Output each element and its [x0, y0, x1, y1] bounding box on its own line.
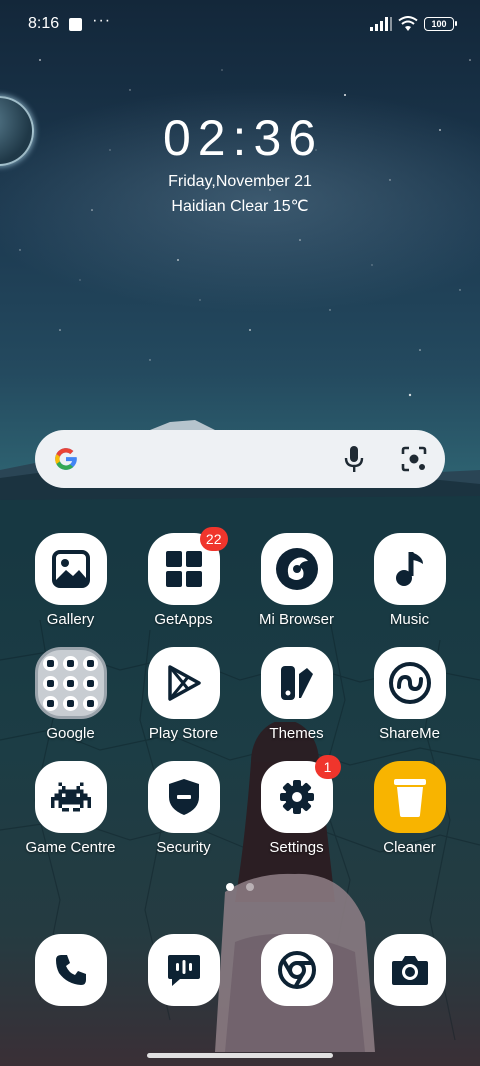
app-google-folder[interactable]: Google	[14, 647, 127, 743]
search-actions	[343, 445, 427, 473]
folder-app-music-icon	[83, 675, 98, 691]
google-folder-icon	[34, 647, 107, 719]
app-gallery[interactable]: Gallery	[14, 533, 127, 629]
status-time: 8:16	[28, 15, 60, 32]
app-label: Google	[46, 725, 95, 742]
app-label: Game Centre	[25, 839, 116, 856]
app-themes[interactable]: Themes	[240, 647, 353, 743]
app-security[interactable]: Security	[127, 761, 240, 857]
status-bar: 8:16 ··· 100	[0, 0, 480, 48]
camera-lens-icon[interactable]	[401, 446, 427, 472]
folder-app-gmail-icon	[43, 655, 58, 671]
dock	[0, 934, 480, 1006]
app-label: Gallery	[46, 611, 95, 628]
page-dot-1[interactable]	[226, 883, 234, 891]
microphone-icon[interactable]	[343, 445, 365, 473]
notification-square-icon	[69, 17, 83, 31]
app-mi-browser[interactable]: Mi Browser	[240, 533, 353, 629]
getapps-icon: 22	[147, 527, 228, 605]
status-right: 100	[370, 16, 457, 32]
camera-icon[interactable]	[373, 934, 446, 1006]
app-label: Music	[389, 611, 430, 628]
folder-app-pin-icon	[83, 655, 98, 671]
folder-app-maps-icon	[63, 655, 78, 671]
app-label: Settings	[269, 839, 324, 856]
battery-icon: 100	[424, 17, 457, 31]
app-cleaner[interactable]: Cleaner	[353, 761, 466, 857]
app-settings[interactable]: 1 Settings	[240, 755, 353, 857]
play-store-icon	[147, 647, 220, 719]
app-shareme[interactable]: ShareMe	[353, 647, 466, 743]
folder-app-youtube-icon	[43, 675, 58, 691]
gallery-icon	[34, 533, 107, 605]
app-label: ShareMe	[379, 725, 440, 742]
settings-gear-icon: 1	[260, 755, 341, 833]
game-invader-icon	[34, 761, 107, 833]
app-label: Security	[156, 839, 211, 856]
signal-icon	[370, 17, 392, 31]
status-left: 8:16 ···	[28, 12, 112, 33]
music-note-icon	[373, 533, 446, 605]
clock-time: 02:36	[162, 110, 324, 166]
app-getapps[interactable]: 22 GetApps	[127, 527, 240, 629]
folder-app-chrome-icon	[43, 695, 58, 711]
app-game-centre[interactable]: Game Centre	[14, 761, 127, 857]
folder-app-drive-icon	[63, 675, 78, 691]
messages-icon[interactable]	[147, 934, 220, 1006]
shareme-icon	[373, 647, 446, 719]
app-label: Mi Browser	[258, 611, 334, 628]
app-label: Cleaner	[383, 839, 436, 856]
more-notifications-icon: ···	[92, 12, 112, 29]
battery-level: 100	[431, 19, 447, 29]
weather-text: Haidian Clear 15℃	[171, 198, 309, 215]
notification-badge: 1	[314, 755, 341, 779]
app-music[interactable]: Music	[353, 533, 466, 629]
notification-badge: 22	[199, 527, 228, 551]
app-label: Themes	[269, 725, 324, 742]
mi-browser-icon	[260, 533, 333, 605]
folder-app-photos-icon	[63, 695, 78, 711]
clock-date: Friday,November 21	[168, 173, 312, 190]
app-label: GetApps	[154, 611, 213, 628]
app-play-store[interactable]: Play Store	[127, 647, 240, 743]
page-indicator[interactable]	[0, 883, 480, 891]
cleaner-trash-icon	[373, 761, 446, 833]
app-label: Play Store	[148, 725, 219, 742]
security-shield-icon	[147, 761, 220, 833]
page-dot-2[interactable]	[246, 883, 254, 891]
google-g-icon	[55, 448, 77, 470]
themes-icon	[260, 647, 333, 719]
gesture-nav-handle[interactable]	[147, 1053, 333, 1058]
app-grid: Gallery 22 GetApps Mi Browser Music Goog…	[0, 527, 480, 857]
google-search-bar[interactable]	[35, 430, 445, 488]
wifi-icon	[398, 16, 418, 31]
folder-app-keep-icon	[83, 695, 98, 711]
chrome-icon[interactable]	[260, 934, 333, 1006]
phone-icon[interactable]	[34, 934, 107, 1006]
clock-widget[interactable]: 02:36 Friday,November 21 Haidian Clear 1…	[0, 108, 480, 220]
